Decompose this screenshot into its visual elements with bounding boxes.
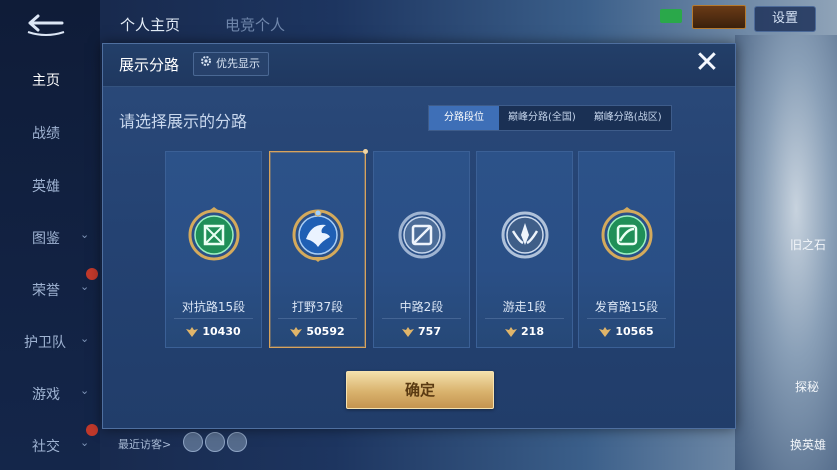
lane-score-value: 757 [418,325,441,338]
score-wing-icon [402,326,415,337]
sidebar-item-label: 主页 [32,73,60,89]
avatar[interactable] [183,432,203,452]
selected-corner-marker [363,149,368,154]
lane-score: 757 [374,325,469,338]
chevron-down-icon: ⌄ [80,384,90,397]
lane-score-value: 10565 [615,325,654,338]
divider [587,318,666,319]
dialog-subtitle: 请选择展示的分路 [119,112,248,131]
chevron-down-icon: ⌄ [80,280,90,293]
lane-name: 发育路15段 [594,300,659,314]
score-wing-icon [186,326,199,337]
tab-personal-home[interactable]: 个人主页 [120,14,180,35]
tab-peak-lane-national[interactable]: 巅峰分路(全国) [499,106,585,130]
wechat-icon [660,9,682,23]
sidebar-item-label: 社交 [32,439,60,455]
lane-name: 游走1段 [502,300,547,314]
priority-display-button[interactable]: 优先显示 [193,52,269,76]
lane-score-value: 10430 [202,325,241,338]
lane-display-dialog: 展示分路 优先显示 ✕ 请选择展示的分路 分路段位 巅峰分路(全国) 巅峰分路(… [102,43,736,429]
notification-dot-icon [86,268,98,280]
jungle-emblem-icon [292,207,344,263]
lane-card-roam[interactable]: 游走1段 218 [476,151,573,348]
recent-visitors-link[interactable]: 最近访客> [118,436,171,452]
lane-filter-tabs: 分路段位 巅峰分路(全国) 巅峰分路(战区) [428,105,672,131]
score-wing-icon [599,326,612,337]
roam-emblem-icon [499,207,551,263]
chevron-down-icon: ⌄ [80,332,90,345]
lane-card-clash[interactable]: 对抗路15段 10430 [165,151,262,348]
clash-lane-emblem-icon [188,207,240,263]
lane-card-jungle[interactable]: 打野37段 50592 [269,149,368,348]
lane-name: 对抗路15段 [181,300,246,314]
lane-score: 10565 [579,325,674,338]
lane-card-farm[interactable]: 发育路15段 10565 [578,151,675,348]
sidebar-item-label: 游戏 [32,387,60,403]
settings-button[interactable]: 设置 [754,6,816,32]
divider [278,318,357,319]
confirm-button[interactable]: 确定 [346,371,494,409]
lane-score-value: 218 [521,325,544,338]
score-wing-icon [290,326,303,337]
right-label-explore[interactable]: 探秘 [795,378,819,395]
sidebar-item-label: 战绩 [32,126,60,142]
lane-card-mid[interactable]: 中路2段 757 [373,151,470,348]
tab-lane-rank[interactable]: 分路段位 [429,106,499,130]
avatar[interactable] [205,432,225,452]
chevron-down-icon: ⌄ [80,228,90,241]
priority-display-label: 优先显示 [216,57,260,70]
sidebar-item-label: 护卫队 [24,335,66,351]
tab-esports[interactable]: 电竞个人 [225,14,285,35]
change-hero-button[interactable]: 换英雄 [790,436,826,453]
close-button[interactable]: ✕ [693,48,721,78]
tab-peak-lane-region[interactable]: 巅峰分路(战区) [585,106,671,130]
farm-lane-emblem-icon [601,207,653,263]
right-label-stone[interactable]: 旧之石 [790,236,826,253]
chevron-down-icon: ⌄ [80,436,90,449]
divider [174,318,253,319]
gear-icon [200,53,212,75]
score-wing-icon [505,326,518,337]
lane-score: 50592 [270,325,365,338]
notification-dot-icon [86,424,98,436]
lane-name: 打野37段 [291,300,344,314]
divider [382,318,461,319]
back-arrow-icon[interactable] [22,8,68,38]
sidebar-item-label: 荣誉 [32,283,60,299]
sidebar-item-label: 图鉴 [32,231,60,247]
divider [485,318,564,319]
lane-name: 中路2段 [399,300,444,314]
mid-lane-emblem-icon [396,207,448,263]
sidebar-item-label: 英雄 [32,179,60,195]
lane-score: 218 [477,325,572,338]
dialog-header: 展示分路 优先显示 ✕ [103,44,735,87]
lane-score: 10430 [166,325,261,338]
avatar[interactable] [227,432,247,452]
lane-score-value: 50592 [306,325,345,338]
dialog-title: 展示分路 [119,56,180,74]
rank-badge-icon [692,5,746,29]
